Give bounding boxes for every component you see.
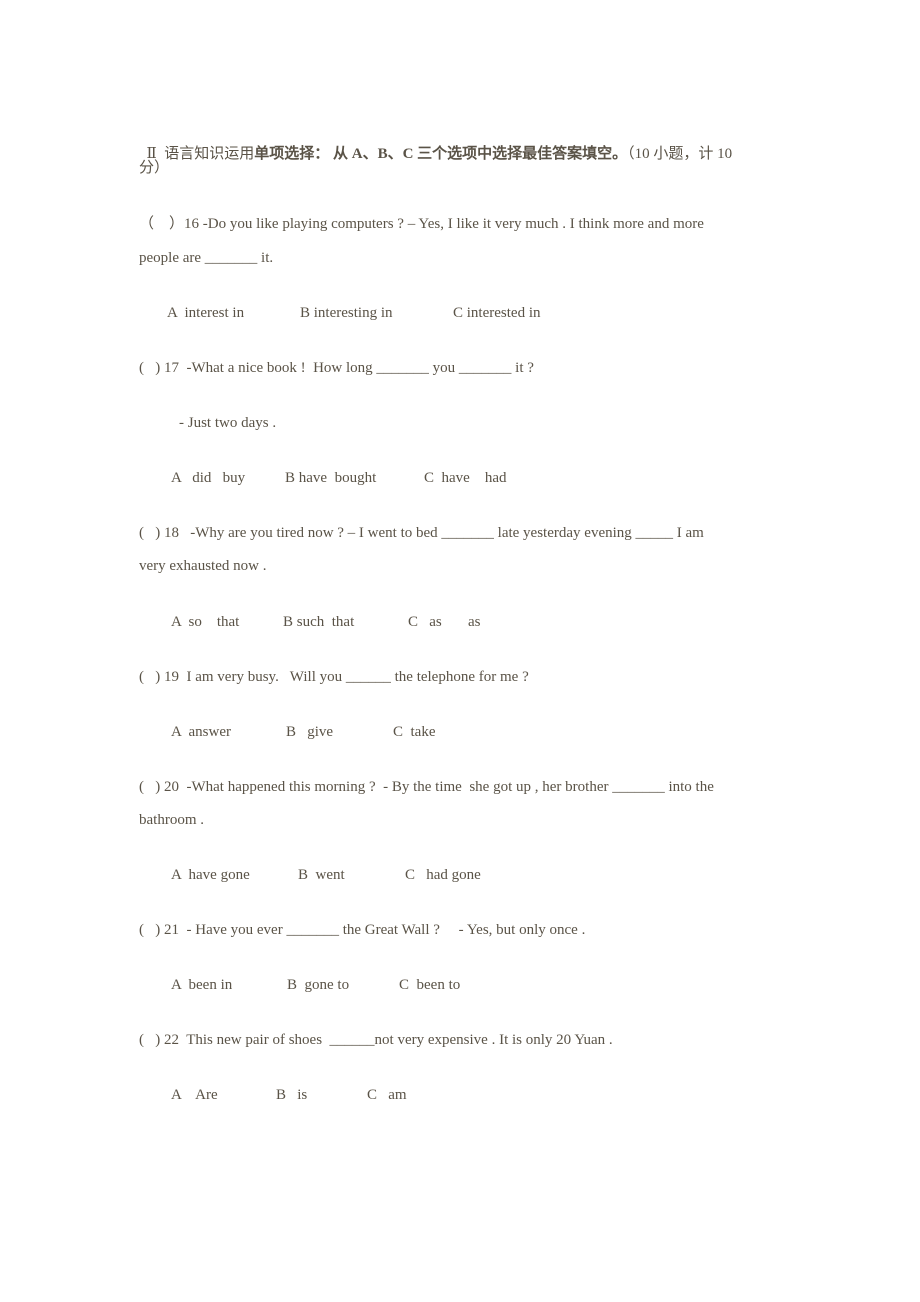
option-c: C am: [367, 1087, 407, 1103]
option-b: B went: [298, 867, 345, 883]
question-19-line-1: ( ) 19 I am very busy. Will you ______ t…: [139, 669, 529, 685]
question-20-line-2: bathroom .: [139, 812, 204, 828]
question-20-line-1: ( ) 20 -What happened this morning ? - B…: [139, 779, 714, 795]
option-a: A did buy: [171, 470, 246, 486]
option-a: A been in: [171, 977, 233, 993]
option-c: C as as: [408, 614, 481, 630]
option-a: A so that: [171, 614, 240, 630]
instruction-text: 从 A、B、C 三个选项中选择最佳答案填空。: [332, 146, 628, 162]
option-b: B give: [286, 724, 334, 740]
question-18-line-2: very exhausted now .: [139, 558, 267, 574]
option-a: A answer: [171, 724, 231, 740]
option-c: C have had: [424, 470, 507, 486]
section-heading: Ⅱ 语言知识运用单项选择： 从 A、B、C 三个选项中选择最佳答案填空。（10 …: [139, 124, 733, 164]
question-21-line-1: ( ) 21 - Have you ever _______ the Great…: [139, 922, 586, 938]
option-c: C been to: [399, 977, 461, 993]
option-b: B have bought: [285, 470, 377, 486]
option-a: A Are: [171, 1087, 218, 1103]
option-c: C take: [393, 724, 436, 740]
section-title: 语言知识运用: [164, 146, 255, 162]
score-note: （10 小题，计 10: [627, 146, 733, 162]
question-16-line-1: （ ）16 -Do you like playing computers ? –…: [139, 216, 704, 232]
option-b: B such that: [283, 614, 355, 630]
question-17-line-1: ( ) 17 -What a nice book ! How long ____…: [139, 360, 534, 376]
question-18-line-1: ( ) 18 -Why are you tired now ? – I went…: [139, 525, 704, 541]
option-b: B interesting in: [300, 305, 393, 321]
score-note-continued: 分）: [139, 160, 170, 176]
task-label: 单项选择：: [254, 146, 330, 162]
question-22-line-1: ( ) 22 This new pair of shoes ______not …: [139, 1032, 613, 1048]
option-a: A interest in: [167, 305, 245, 321]
option-b: B is: [276, 1087, 308, 1103]
option-c: C had gone: [405, 867, 481, 883]
option-b: B gone to: [287, 977, 350, 993]
question-17-line-2: - Just two days .: [179, 415, 277, 431]
option-c: C interested in: [453, 305, 541, 321]
option-a: A have gone: [171, 867, 250, 883]
question-16-line-2: people are _______ it.: [139, 250, 274, 266]
